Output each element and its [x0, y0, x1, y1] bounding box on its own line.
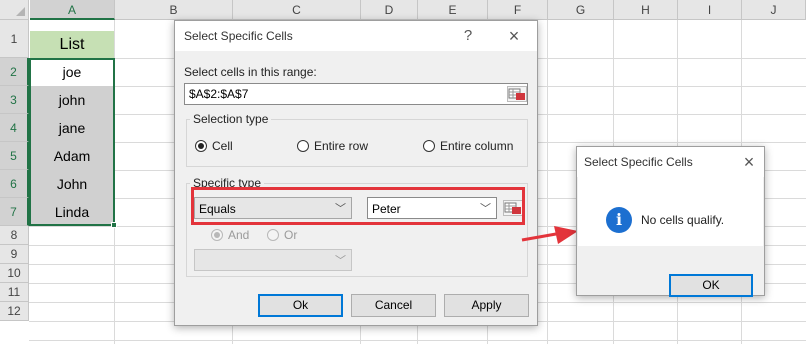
- dialog-titlebar: Select Specific Cells ? ×: [175, 21, 537, 51]
- second-condition-select[interactable]: ﹀: [194, 249, 352, 271]
- message-dialog: Select Specific Cells × i No cells quali…: [576, 146, 765, 297]
- radio-and-dot: [211, 229, 223, 241]
- radio-entire-row[interactable]: Entire row: [297, 139, 368, 153]
- radio-entire-row-dot: [297, 140, 309, 152]
- cell-a3[interactable]: john: [30, 86, 114, 114]
- cell-a1[interactable]: List: [30, 31, 114, 58]
- dialog-title: Select Specific Cells: [184, 29, 293, 43]
- column-header-a[interactable]: A: [30, 0, 115, 20]
- radio-and[interactable]: And: [211, 228, 249, 242]
- selection-type-title: Selection type: [190, 112, 272, 126]
- column-header-g[interactable]: G: [548, 0, 614, 20]
- range-label: Select cells in this range:: [184, 65, 317, 79]
- arrow-right-icon: [521, 226, 578, 244]
- radio-and-label: And: [228, 228, 250, 242]
- cell-a5[interactable]: Adam: [30, 142, 114, 170]
- row-header-10[interactable]: 10: [0, 264, 29, 283]
- row-header-6[interactable]: 6: [0, 170, 29, 198]
- row-header-4[interactable]: 4: [0, 114, 29, 142]
- row-header-7[interactable]: 7: [0, 198, 29, 226]
- select-specific-cells-dialog: Select Specific Cells ? × Select cells i…: [174, 20, 538, 326]
- row-header-2[interactable]: 2: [0, 58, 29, 86]
- radio-or-label: Or: [284, 228, 298, 242]
- radio-entire-column-dot: [423, 140, 435, 152]
- message-close-button[interactable]: ×: [738, 151, 760, 173]
- radio-or-dot: [267, 229, 279, 241]
- column-header-b[interactable]: B: [115, 0, 233, 20]
- range-input[interactable]: $A$2:$A$7: [184, 83, 528, 105]
- radio-entire-column[interactable]: Entire column: [423, 139, 513, 153]
- column-header-i[interactable]: I: [678, 0, 742, 20]
- radio-cell[interactable]: Cell: [195, 139, 233, 153]
- row-header-11[interactable]: 11: [0, 283, 29, 302]
- cell-a4[interactable]: jane: [30, 114, 114, 142]
- cancel-button[interactable]: Cancel: [351, 294, 436, 317]
- message-title: Select Specific Cells: [584, 155, 693, 169]
- range-picker-button[interactable]: [507, 86, 527, 102]
- message-titlebar: Select Specific Cells ×: [577, 147, 764, 177]
- info-icon: i: [606, 207, 632, 233]
- column-header-e[interactable]: E: [418, 0, 488, 20]
- row-header-3[interactable]: 3: [0, 86, 29, 114]
- radio-or[interactable]: Or: [267, 228, 297, 242]
- message-ok-button[interactable]: OK: [669, 274, 753, 297]
- select-all-corner[interactable]: [0, 0, 29, 20]
- close-button[interactable]: ×: [503, 25, 525, 47]
- row-header-8[interactable]: 8: [0, 226, 29, 245]
- row-header-1[interactable]: 1: [0, 20, 29, 58]
- range-picker-icon: [508, 88, 525, 100]
- help-button[interactable]: ?: [457, 25, 479, 47]
- radio-entire-row-label: Entire row: [314, 139, 369, 153]
- ok-button[interactable]: Ok: [258, 294, 343, 317]
- column-header-h[interactable]: H: [614, 0, 678, 20]
- row-header-5[interactable]: 5: [0, 142, 29, 170]
- row-header-9[interactable]: 9: [0, 245, 29, 264]
- radio-entire-column-label: Entire column: [440, 139, 514, 153]
- column-header-d[interactable]: D: [361, 0, 418, 20]
- message-text: No cells qualify.: [641, 213, 725, 227]
- chevron-down-icon: ﹀: [335, 255, 346, 267]
- cell-a2[interactable]: joe: [30, 58, 114, 86]
- row-header-12[interactable]: 12: [0, 302, 29, 321]
- radio-cell-dot: [195, 140, 207, 152]
- cell-a6[interactable]: John: [30, 170, 114, 198]
- cell-a7[interactable]: Linda: [30, 198, 114, 226]
- highlight-box: [191, 187, 525, 225]
- range-value: $A$2:$A$7: [189, 87, 249, 101]
- apply-button[interactable]: Apply: [444, 294, 529, 317]
- radio-cell-label: Cell: [212, 139, 233, 153]
- column-header-f[interactable]: F: [488, 0, 548, 20]
- column-header-j[interactable]: J: [742, 0, 806, 20]
- column-header-c[interactable]: C: [233, 0, 361, 20]
- fill-handle[interactable]: [111, 222, 117, 228]
